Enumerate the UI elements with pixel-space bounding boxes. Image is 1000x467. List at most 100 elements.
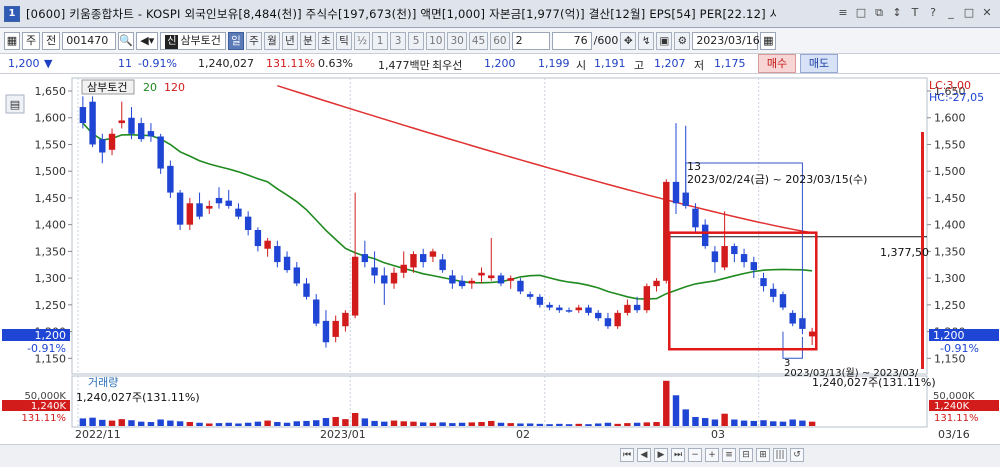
buy-button[interactable]: 매수 [758,54,796,73]
period-week-button[interactable]: 주 [245,31,262,50]
tile-icon[interactable]: ⧉ [872,6,886,20]
volume-bar [740,420,748,426]
y-tick-left: 1,450 [35,192,67,205]
interval-1-button[interactable]: 1 [372,31,389,50]
range-select[interactable]: 전 [42,31,61,50]
close-icon[interactable]: ✕ [980,6,994,20]
candle-body [556,307,563,311]
list-icon[interactable]: ≡ [722,448,736,462]
maximize-icon[interactable]: □ [962,6,976,20]
zoom-in-icon[interactable]: + [705,448,719,462]
candle-body [186,203,194,225]
interval-5-button[interactable]: 5 [408,31,425,50]
stock-name-field[interactable]: 신 삼부토건 [160,31,226,50]
minimize-icon[interactable]: _ [944,6,958,20]
count-total: /600 [593,34,619,47]
best-quote-label: 최우선 [432,59,463,72]
candle-body [99,139,106,153]
collapse-icon[interactable]: ⊟ [739,448,753,462]
volume-bar [137,421,145,426]
candle-body [235,208,242,217]
bars-icon[interactable]: ||| [773,448,787,462]
volume-bar [235,423,242,426]
prev-icon[interactable]: ◀ [637,448,651,462]
candle-body [342,312,349,327]
volume-bar [556,423,563,426]
volume-bar [157,419,164,426]
navigation-icons: ⏮ ◀ ▶ ⏭ − + ≡ ⊟ ⊞ ||| ↺ [620,448,804,462]
candle-body [439,259,446,271]
menu-icon[interactable]: ≡ [836,6,850,20]
chart-toolbar: ▦ 주 전 001470 🔍 ◀▾ 신 삼부토건 일 주 월 년 분 초 틱 ½ … [0,28,1000,54]
sell-button[interactable]: 매도 [800,54,838,73]
candle-body [478,272,485,276]
interval-10-button[interactable]: 10 [426,31,446,50]
restore-icon[interactable]: □ [854,6,868,20]
stock-code-input[interactable]: 001470 [62,31,117,50]
volume-bar [186,422,194,426]
last-icon[interactable]: ⏭ [671,448,685,462]
interval-select[interactable]: 2 [511,31,550,50]
candlestick-chart[interactable]: 1,650 1,6501,600 1,6001,550 1,5501,500 1,500… [0,75,1000,467]
legend-ma120: 120 [164,81,185,94]
interval-3-button[interactable]: 3 [390,31,407,50]
candle-body [643,286,651,311]
candle-body [808,331,816,337]
period-tick-button[interactable]: 틱 [335,31,352,50]
volume-bar [624,423,631,426]
y-tick-left: 1,600 [35,112,67,125]
sound-toggle[interactable]: ◀▾ [136,31,159,50]
volume-bar [536,423,544,426]
save-icon[interactable]: ▣ [656,31,673,50]
candle-body [419,254,427,263]
period-day-button[interactable]: 일 [227,31,244,50]
zoom-out-icon[interactable]: − [688,448,702,462]
price-tag-right-text: 1,200 [933,329,965,342]
period-month-button[interactable]: 월 [263,31,280,50]
title-bar: 1 [0600] 키움종합차트 - KOSPI 외국인보유[8,484(천)] … [0,0,1000,28]
down-arrow-icon: ▼ [44,57,53,70]
indicator-icon[interactable]: ↯ [638,31,655,50]
calendar-icon[interactable]: ▦ [760,31,777,50]
date-input[interactable]: 2023/03/16 [692,31,760,50]
half-button[interactable]: ½ [353,31,371,50]
interval-45-button[interactable]: 45 [468,31,489,50]
candle-body [176,192,184,225]
change-percent: -0.91% [138,57,177,70]
period-second-button[interactable]: 초 [317,31,334,50]
first-icon[interactable]: ⏮ [620,448,634,462]
vol-pct-right: 131.11% [934,413,979,424]
period-minute-button[interactable]: 분 [299,31,316,50]
chart-scrollbar[interactable] [0,444,1000,467]
candle-body [303,283,310,297]
volume-bar [633,422,641,426]
volume-bar [400,421,407,426]
chart-area[interactable]: 1,650 1,650 1,600 1,600 1,550 1,550 1,500 1,500… [0,75,1000,467]
gear-icon[interactable]: ⚙ [674,31,691,50]
volume-bar [565,424,573,426]
search-icon[interactable]: 🔍 [118,31,135,50]
grid-icon[interactable]: ▦ [4,31,20,50]
help-icon[interactable]: ? [926,6,940,20]
volume-bar [808,421,816,426]
crosshair-icon[interactable]: ✥ [620,31,637,50]
volume-bar [283,422,291,426]
next-icon[interactable]: ▶ [654,448,668,462]
window-number-badge[interactable]: 1 [4,5,20,22]
refresh-icon[interactable]: ↺ [790,448,804,462]
text-icon[interactable]: T [908,6,922,20]
volume-bar [108,420,116,426]
candle-body [653,280,660,287]
volume-bar [507,423,514,426]
interval-60-button[interactable]: 60 [490,31,510,50]
annotation-range: 2023/02/24(금) ~ 2023/03/15(수) [687,173,867,186]
count-input[interactable]: 76 [551,31,592,50]
expand-icon[interactable]: ⊞ [756,448,770,462]
market-select[interactable]: 주 [22,31,41,50]
period-year-button[interactable]: 년 [281,31,298,50]
resize-icon[interactable]: ↕ [890,6,904,20]
hc-label: HC:-27,05 [929,91,984,104]
candle-body [449,275,456,284]
candle-body [488,275,495,279]
interval-30-button[interactable]: 30 [447,31,467,50]
